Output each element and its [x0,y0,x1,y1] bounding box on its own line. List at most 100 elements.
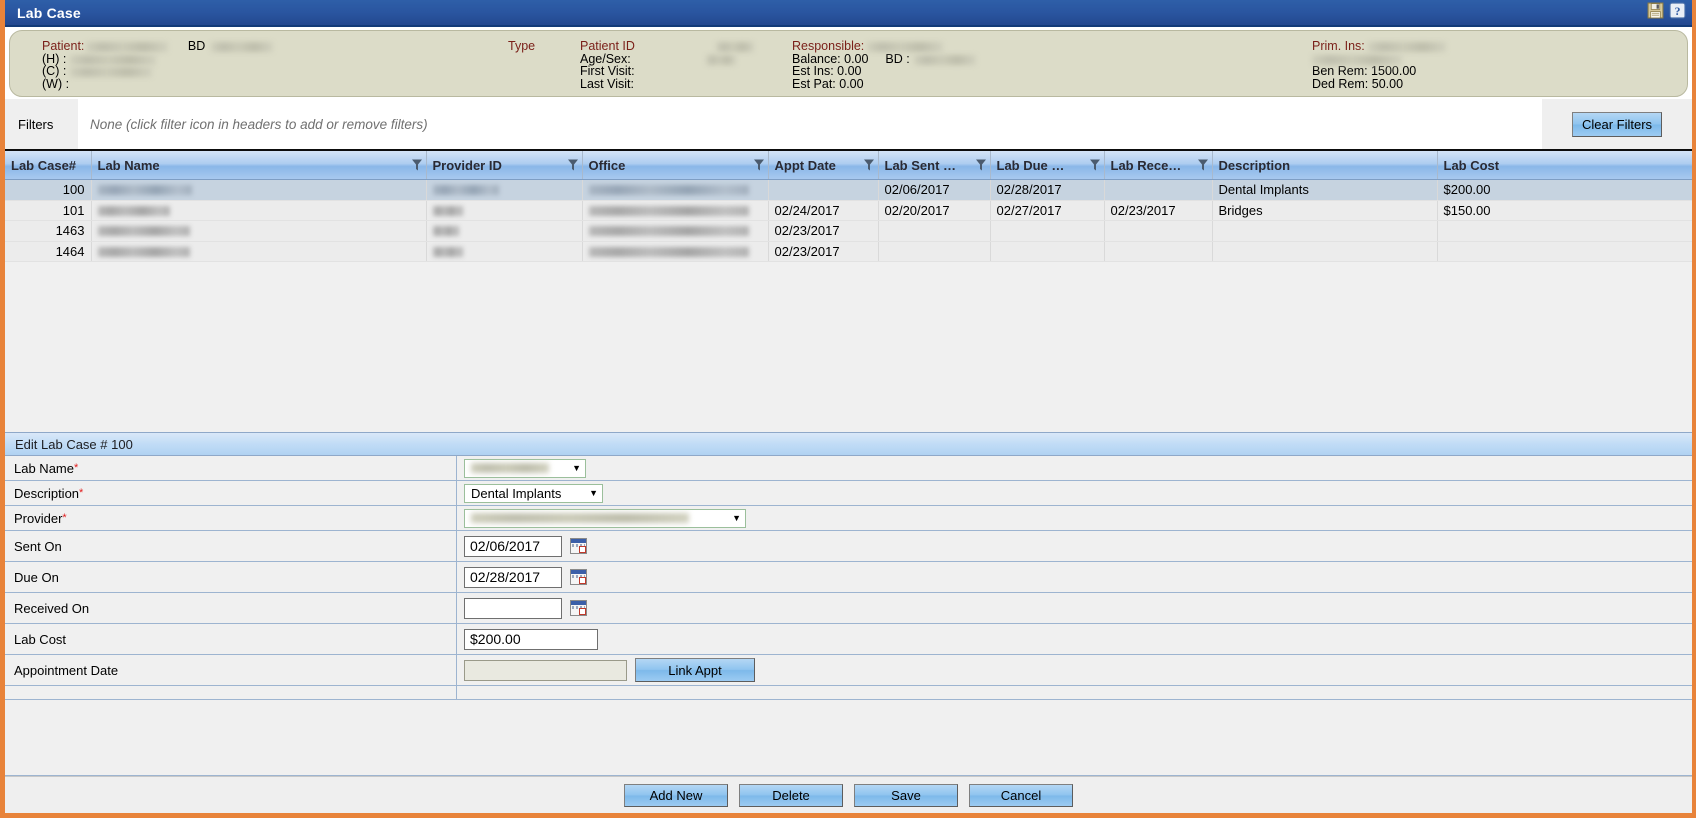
filter-icon[interactable] [567,159,578,171]
lab-name-control: ▼ [457,456,1692,480]
provider-label: Provider [14,510,63,526]
filter-icon[interactable] [753,159,764,171]
col-label: Provider ID [432,157,502,173]
appointment-date-label: Appointment Date [14,662,119,678]
responsible-bd-redacted [913,54,976,65]
col-header-lab-name[interactable]: Lab Name [91,151,427,180]
cell-lab-sent: 02/20/2017 [878,200,991,221]
grid-empty-area [5,262,1692,432]
lab-case-grid[interactable]: Lab Case# Lab Name Provider ID Office Ap… [5,151,1692,433]
due-on-input[interactable]: 02/28/2017 [464,566,562,588]
title-bar: Lab Case ? [5,0,1692,27]
col-header-provider-id[interactable]: Provider ID [426,151,583,180]
age-sex-redacted [706,54,737,65]
col-header-description[interactable]: Description [1212,151,1438,180]
due-on-label-cell: Due On [5,562,457,592]
filters-none-text: None (click filter icon in headers to ad… [78,99,1542,149]
cell-description: Dental Implants [1212,179,1438,201]
form-row-lab-cost: Lab Cost $200.00 [5,624,1692,655]
provider-id-redacted [432,246,463,257]
col-header-lab-cost[interactable]: Lab Cost [1437,151,1692,180]
filter-icon[interactable] [1197,159,1208,171]
clear-filters-cell: Clear Filters [1542,99,1692,149]
table-row[interactable]: 100 02/06/2017 02/28/2017 Dental Implant… [5,179,1692,201]
save-button[interactable]: Save [854,783,958,807]
appointment-date-input[interactable] [464,659,627,681]
col-header-appt-date[interactable]: Appt Date [768,151,879,180]
calendar-icon-sent-on[interactable] [570,538,587,554]
office-redacted [588,205,749,216]
responsible-column: Responsible: Balance: 0.00 BD : Est Ins:… [792,40,976,90]
calendar-icon-due-on[interactable] [570,569,587,585]
lab-name-select[interactable]: ▼ [464,458,586,478]
work-phone-label: (W) : [42,76,70,91]
link-appt-button[interactable]: Link Appt [635,658,755,682]
cell-lab-name [91,220,427,242]
cell-lab-case: 1463 [5,220,92,242]
table-row[interactable]: 101 02/24/2017 02/20/2017 02/27/2017 02/… [5,200,1692,221]
cell-lab-received: 02/23/2017 [1104,200,1213,221]
table-row[interactable]: 1464 02/23/2017 [5,241,1692,262]
filter-icon[interactable] [863,159,874,171]
table-header-row: Lab Case# Lab Name Provider ID Office Ap… [5,151,1692,180]
delete-button[interactable]: Delete [739,783,843,807]
col-label: Lab Name [97,157,160,173]
table-row[interactable]: 1463 02/23/2017 [5,220,1692,242]
provider-id-redacted [432,226,459,237]
cell-office [582,241,769,262]
est-pat-label: Est Pat: 0.00 [792,76,864,91]
chevron-down-icon: ▼ [732,513,741,523]
bd-value-redacted [211,42,274,52]
add-new-button[interactable]: Add New [624,783,728,807]
description-label: Description [14,485,80,501]
form-row-due-on: Due On 02/28/2017 [5,562,1692,593]
sent-on-control: 02/06/2017 [457,531,1692,561]
description-selected-value: Dental Implants [471,485,562,501]
provider-select[interactable]: ▼ [464,508,746,528]
clear-filters-button[interactable]: Clear Filters [1571,111,1663,137]
col-header-lab-due[interactable]: Lab Due … [990,151,1105,180]
filter-icon[interactable] [1089,159,1100,171]
office-redacted [588,185,749,196]
received-on-input[interactable] [464,597,562,619]
cell-description [1212,241,1438,262]
lab-name-label-cell: Lab Name * [5,456,457,480]
office-redacted [588,226,749,237]
title-bar-icons: ? [1647,2,1686,19]
description-select[interactable]: Dental Implants ▼ [464,483,603,503]
cell-provider-id [426,241,583,262]
cell-provider-id [426,200,583,221]
cell-description [1212,220,1438,242]
table-body: 100 02/06/2017 02/28/2017 Dental Implant… [5,179,1692,262]
sent-on-input[interactable]: 02/06/2017 [464,535,562,557]
lab-cost-input[interactable]: $200.00 [464,628,598,650]
patient-info-panel: Patient: BD (H) : (C) : (W) : Type Patie [9,30,1688,97]
primary-insurance-column: Prim. Ins: Ben Rem: 1500.00 Ded Rem: 50.… [1312,40,1446,90]
responsible-name-redacted [867,42,944,52]
due-on-label: Due On [14,569,59,585]
cell-lab-received [1104,241,1213,262]
save-disk-icon[interactable] [1647,2,1664,19]
calendar-icon-received-on[interactable] [570,600,587,616]
provider-control: ▼ [457,506,1692,530]
filter-icon[interactable] [411,159,422,171]
col-header-office[interactable]: Office [582,151,769,180]
cell-phone-redacted [70,67,153,78]
form-row-sent-on: Sent On 02/06/2017 [5,531,1692,562]
col-header-lab-case[interactable]: Lab Case# [5,151,92,180]
cancel-button[interactable]: Cancel [969,783,1073,807]
patient-name-redacted [86,42,169,52]
cell-office [582,200,769,221]
lab-name-redacted [97,205,170,216]
office-redacted [588,246,749,257]
cell-lab-case: 100 [5,179,92,201]
cell-provider-id [426,179,583,201]
filter-icon[interactable] [975,159,986,171]
col-header-lab-received[interactable]: Lab Rece… [1104,151,1213,180]
form-spacer-label [5,686,457,699]
col-label: Office [588,157,626,173]
provider-id-redacted [432,205,463,216]
col-header-lab-sent[interactable]: Lab Sent … [878,151,991,180]
prim-ins-label: Prim. Ins: [1312,39,1365,53]
help-icon[interactable]: ? [1669,2,1686,19]
